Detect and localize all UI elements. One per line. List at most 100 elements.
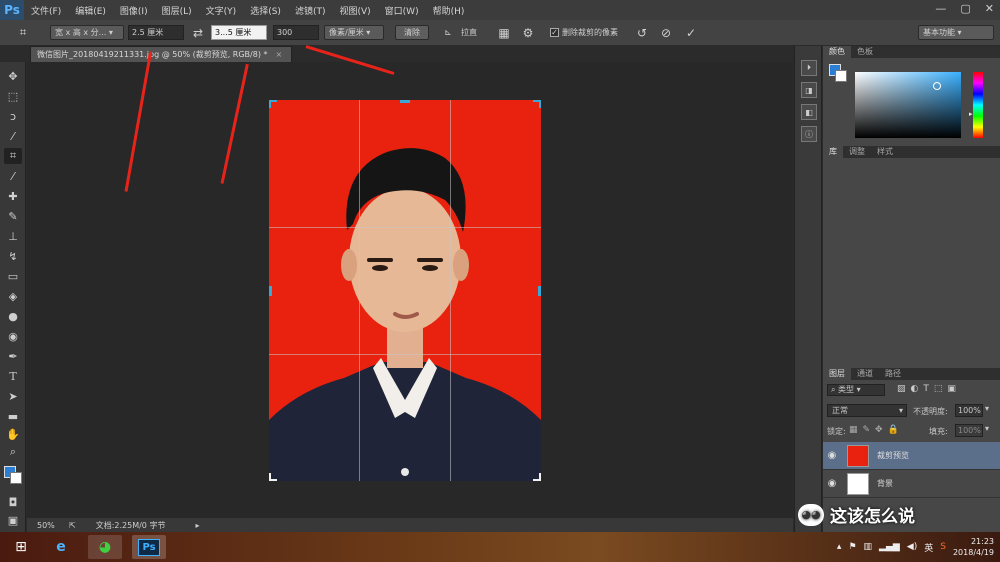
menu-edit[interactable]: 编辑(E)	[68, 4, 113, 17]
resolution-unit-dropdown[interactable]: 像素/厘米 ▾	[324, 25, 384, 40]
tab-adjustments[interactable]: 调整	[843, 146, 871, 158]
crop-handle-bottom-left[interactable]	[269, 473, 277, 481]
crop-width-input[interactable]: 2.5 厘米	[128, 25, 184, 40]
crop-height-input[interactable]: 3...5 厘米	[211, 25, 267, 40]
photo-canvas[interactable]	[269, 100, 541, 481]
wechat-taskbar-icon[interactable]: ◕	[88, 535, 122, 559]
cancel-icon[interactable]: ⊘	[658, 25, 674, 40]
menu-image[interactable]: 图像(I)	[113, 4, 155, 17]
menu-type[interactable]: 文字(Y)	[199, 4, 244, 17]
menu-layer[interactable]: 图层(L)	[155, 4, 199, 17]
tab-libraries[interactable]: 库	[823, 146, 843, 158]
crop-handle-left[interactable]	[269, 286, 272, 296]
maximize-button[interactable]: ▢	[960, 2, 970, 15]
panel-background-swatch[interactable]	[835, 70, 847, 82]
history-panel-icon[interactable]: ⏵	[801, 60, 817, 76]
healing-brush-icon[interactable]: ✚	[4, 188, 22, 204]
opacity-arrow-icon[interactable]: ▾	[985, 404, 989, 413]
lasso-tool-icon[interactable]: ↄ	[4, 108, 22, 124]
properties-panel-icon[interactable]: ◨	[801, 82, 817, 98]
type-tool-icon[interactable]: T	[4, 368, 22, 384]
fill-input[interactable]: 100%	[955, 424, 983, 437]
brush-tool-icon[interactable]: ✎	[4, 208, 22, 224]
zoom-tool-icon[interactable]: ⌕	[4, 444, 22, 460]
close-document-icon[interactable]: ×	[276, 50, 283, 59]
quick-selection-icon[interactable]: ⁄	[4, 128, 22, 144]
tray-expand-icon[interactable]: ▴	[837, 542, 842, 552]
share-icon[interactable]: ⇱	[69, 521, 76, 530]
screen-mode-icon[interactable]: ▣	[4, 512, 22, 528]
layer-row[interactable]: ◉ 背景	[823, 470, 1000, 498]
paint-bucket-icon[interactable]: ◈	[4, 288, 22, 304]
info-panel-icon[interactable]: ⓘ	[801, 126, 817, 142]
menu-view[interactable]: 视图(V)	[332, 4, 377, 17]
visibility-eye-icon[interactable]: ◉	[823, 478, 841, 489]
grid-overlay-icon[interactable]: ▦	[496, 25, 512, 40]
gear-icon[interactable]: ⚙	[520, 25, 536, 40]
lock-icons[interactable]: ▦✎✥🔒	[849, 425, 904, 435]
reset-icon[interactable]: ↺	[634, 25, 650, 40]
blend-mode-dropdown[interactable]: 正常 ▾	[827, 404, 907, 417]
crop-handle-top-left[interactable]	[269, 100, 277, 108]
workspace-dropdown[interactable]: 基本功能 ▾	[918, 25, 994, 40]
straighten-icon[interactable]: ⊾	[440, 25, 456, 40]
flag-icon[interactable]: ⚑	[848, 542, 856, 552]
clock[interactable]: 21:23 2018/4/19	[953, 536, 994, 558]
marquee-tool-icon[interactable]: ⬚	[4, 88, 22, 104]
crop-handle-bottom-right[interactable]	[533, 473, 541, 481]
visibility-eye-icon[interactable]: ◉	[823, 450, 841, 461]
menu-file[interactable]: 文件(F)	[24, 4, 68, 17]
color-picker-field[interactable]	[855, 72, 961, 138]
swap-dimensions-icon[interactable]: ⇄	[190, 25, 206, 40]
resolution-input[interactable]: 300	[273, 25, 319, 40]
background-color-swatch[interactable]	[10, 472, 22, 484]
layer-filter-dropdown[interactable]: ⌕ 类型 ▾	[827, 384, 885, 396]
hand-tool-icon[interactable]: ✋	[4, 426, 22, 442]
tab-layers[interactable]: 图层	[823, 368, 851, 380]
crop-handle-top-right[interactable]	[533, 100, 541, 108]
layer-filter-icons[interactable]: ▨◐T⬚▣	[897, 384, 961, 394]
hue-slider[interactable]	[973, 72, 983, 138]
crop-tool-preset-icon[interactable]: ⌗	[14, 25, 32, 40]
pen-tool-icon[interactable]: ✒	[4, 348, 22, 364]
opacity-input[interactable]: 100%	[955, 404, 983, 417]
ime-app-icon[interactable]: S	[940, 542, 946, 552]
menu-help[interactable]: 帮助(H)	[426, 4, 472, 17]
document-tab[interactable]: 微信图片_20180419211331.jpg @ 50% (裁剪预览, RGB…	[30, 46, 292, 62]
rectangle-tool-icon[interactable]: ▬	[4, 408, 22, 424]
menu-filter[interactable]: 滤镜(T)	[288, 4, 333, 17]
crop-handle-top[interactable]	[400, 100, 410, 103]
tray-app-icon[interactable]: ▥	[864, 542, 873, 552]
crop-handle-right[interactable]	[538, 286, 541, 296]
layer-row[interactable]: ◉ 裁剪预览	[823, 442, 1000, 470]
checkbox-checked-icon[interactable]: ✓	[550, 28, 559, 37]
zoom-level[interactable]: 50%	[37, 521, 67, 530]
move-tool-icon[interactable]: ✥	[4, 68, 22, 84]
quick-mask-icon[interactable]: ◘	[4, 494, 22, 510]
delete-cropped-pixels-option[interactable]: ✓ 删除裁剪的像素	[550, 25, 640, 40]
tab-channels[interactable]: 通道	[851, 368, 879, 380]
fill-arrow-icon[interactable]: ▾	[985, 424, 989, 433]
network-icon[interactable]: ▂▄▆	[879, 542, 900, 552]
clone-stamp-icon[interactable]: ⊥	[4, 228, 22, 244]
path-selection-icon[interactable]: ➤	[4, 388, 22, 404]
color-picker-cursor[interactable]	[933, 82, 941, 90]
minimize-button[interactable]: —	[935, 2, 946, 15]
hue-slider-marker-icon[interactable]: ▸	[969, 110, 973, 118]
eraser-tool-icon[interactable]: ▭	[4, 268, 22, 284]
tab-paths[interactable]: 路径	[879, 368, 907, 380]
clear-button[interactable]: 清除	[395, 25, 429, 40]
crop-ratio-dropdown[interactable]: 宽 x 高 x 分... ▾	[50, 25, 124, 40]
tab-color[interactable]: 颜色	[823, 46, 851, 58]
adjustments-panel-icon[interactable]: ◧	[801, 104, 817, 120]
eyedropper-icon[interactable]: ⁄	[4, 168, 22, 184]
status-menu-arrow-icon[interactable]: ▸	[195, 521, 199, 530]
straighten-label[interactable]: 拉直	[461, 25, 483, 40]
close-button[interactable]: ✕	[985, 2, 994, 15]
start-button-windows-icon[interactable]: ⊞	[4, 535, 38, 559]
history-brush-icon[interactable]: ↯	[4, 248, 22, 264]
crop-tool-icon[interactable]: ⌗	[4, 148, 22, 164]
tab-swatches[interactable]: 色板	[851, 46, 879, 58]
menu-window[interactable]: 窗口(W)	[378, 4, 426, 17]
tab-styles[interactable]: 样式	[871, 146, 899, 158]
